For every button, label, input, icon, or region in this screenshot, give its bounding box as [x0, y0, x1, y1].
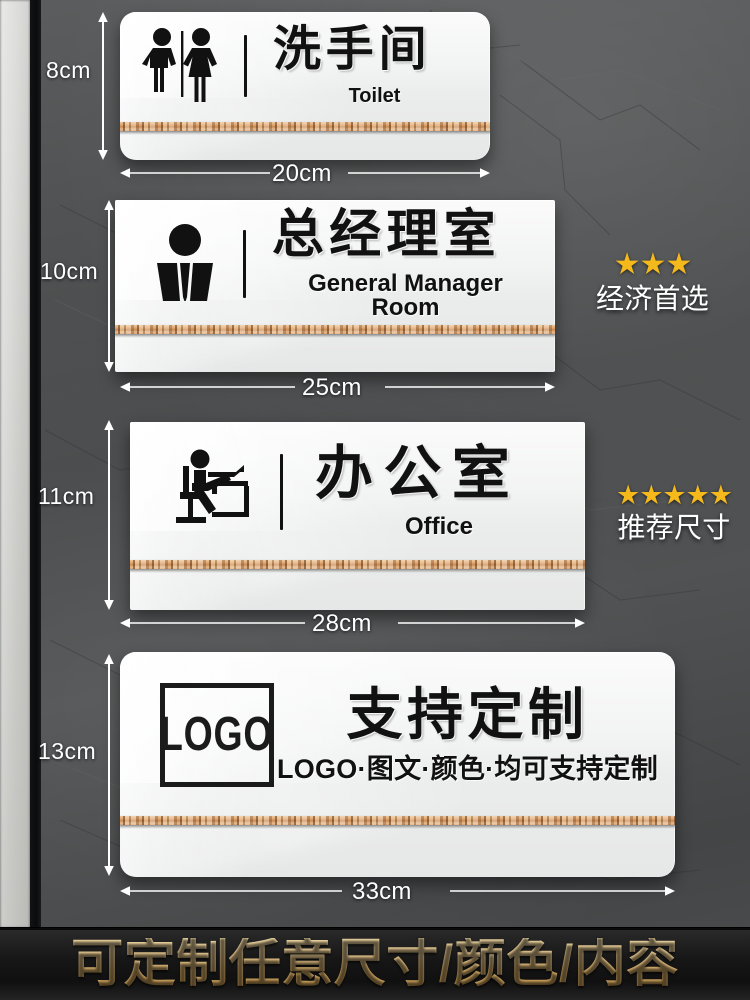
- sign-title-en: LOGO·图文·颜色·均可支持定制: [276, 754, 659, 784]
- sign-plate-toilet[interactable]: 洗手间 Toilet: [120, 12, 490, 160]
- dimension-height-custom: [102, 654, 116, 876]
- stripe-shadow: [120, 131, 490, 135]
- sign-divider: [280, 454, 283, 530]
- promo-banner: 可定制任意尺寸/颜色/内容: [0, 927, 750, 1000]
- sign-title-en: Office: [404, 513, 473, 540]
- rating-recommended: ★★★★★ 推荐尺寸: [598, 482, 750, 544]
- sign-title-cn: 洗手间: [273, 23, 432, 76]
- rating-economy-label: 经济首选: [595, 283, 710, 314]
- dimension-height-office-label: 11cm: [38, 483, 95, 509]
- person-at-desk-icon: [172, 448, 256, 537]
- sign-divider: [243, 230, 246, 298]
- sign-title-cn: 办公室: [315, 441, 521, 506]
- sign-title-cn: 总经理室: [272, 205, 501, 264]
- bronze-accent-stripe: [120, 816, 675, 825]
- star-rating-3: ★★★: [613, 248, 693, 281]
- dimension-width-office-label: 28cm: [312, 610, 372, 637]
- male-female-restroom-icon: [142, 25, 228, 108]
- dimension-width-toilet-label: 20cm: [272, 160, 332, 187]
- sign-divider: [244, 35, 247, 97]
- sign-title-en: General Manager Room: [308, 269, 503, 321]
- door-jamb-left: [0, 0, 30, 928]
- door-edge-dark: [30, 0, 41, 928]
- businessman-suit-icon: [149, 223, 221, 306]
- bronze-accent-stripe: [115, 325, 555, 334]
- dimension-height-toilet: [96, 12, 110, 160]
- dimension-height-general-manager-label: 10cm: [40, 258, 99, 284]
- promo-banner-text: 可定制任意尺寸/颜色/内容: [71, 935, 679, 993]
- sign-plate-general-manager[interactable]: 总经理室 General Manager Room: [115, 200, 555, 372]
- dimension-height-general-manager: [102, 200, 116, 372]
- rating-economy: ★★★ 经济首选: [565, 250, 740, 315]
- stripe-shadow: [130, 569, 585, 573]
- bronze-accent-stripe: [120, 122, 490, 131]
- bronze-accent-stripe: [130, 560, 585, 569]
- sign-title-cn: 支持定制: [346, 683, 589, 746]
- product-image: 洗手间 Toilet 8cm 20cm 总经理室 General Manager…: [0, 0, 750, 1000]
- star-rating-5: ★★★★★: [615, 480, 733, 510]
- dimension-width-custom-label: 33cm: [352, 878, 412, 905]
- stripe-shadow: [115, 334, 555, 338]
- sign-plate-office[interactable]: 办公室 Office: [130, 422, 585, 610]
- logo-placeholder-text: LOGO: [160, 708, 274, 761]
- dimension-height-office: [102, 420, 116, 610]
- sign-title-en: Toilet: [348, 85, 401, 107]
- dimension-height-custom-label: 13cm: [38, 738, 97, 764]
- sign-plate-custom[interactable]: LOGO 支持定制 LOGO·图文·颜色·均可支持定制: [120, 652, 675, 877]
- rating-recommended-label: 推荐尺寸: [617, 512, 731, 543]
- banner-top-edge: [0, 928, 750, 930]
- dimension-width-general-manager-label: 25cm: [302, 374, 362, 401]
- dimension-height-toilet-label: 8cm: [46, 57, 91, 83]
- logo-placeholder-icon: LOGO: [160, 683, 274, 787]
- stripe-shadow: [120, 825, 675, 829]
